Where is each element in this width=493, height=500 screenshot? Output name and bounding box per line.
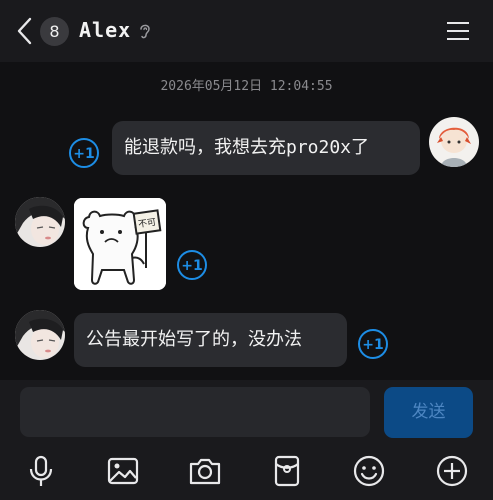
message-timestamp: 2026年05月12日 12:04:55 — [160, 79, 333, 94]
message-bubble-incoming[interactable]: 公告最开始写了的，没办法 — [74, 313, 347, 367]
camera-icon[interactable] — [187, 453, 223, 489]
red-packet-icon[interactable] — [269, 453, 305, 489]
image-icon[interactable] — [105, 453, 141, 489]
svg-text:+1: +1 — [181, 258, 202, 274]
message-text: 公告最开始写了的，没办法 — [86, 329, 302, 350]
svg-text:+1: +1 — [73, 146, 94, 162]
header-bar: 8 Alex — [0, 0, 493, 62]
my-avatar[interactable] — [429, 117, 479, 167]
send-button[interactable]: 发送 — [384, 387, 473, 438]
ear-icon — [140, 24, 150, 39]
composer-bar: 发送 — [0, 380, 493, 442]
chat-title: Alex — [79, 18, 132, 42]
plus-one-reaction-icon[interactable]: +1 — [357, 328, 389, 360]
plus-one-reaction-icon[interactable]: +1 — [68, 137, 100, 169]
message-list[interactable]: 2026年05月12日 12:04:55 +1 能退款吗，我想去充pro20x了 — [0, 62, 493, 380]
sticker-image[interactable]: 不可 — [74, 198, 166, 290]
microphone-icon[interactable] — [23, 453, 59, 489]
plus-one-reaction-icon[interactable]: +1 — [176, 249, 208, 281]
message-bubble-outgoing[interactable]: 能退款吗，我想去充pro20x了 — [112, 121, 420, 175]
unread-count-badge[interactable]: 8 — [40, 17, 69, 46]
composer-toolbar — [0, 442, 493, 500]
back-icon[interactable] — [14, 17, 36, 45]
menu-icon[interactable] — [446, 21, 470, 41]
message-text: 能退款吗，我想去充pro20x了 — [124, 137, 370, 158]
contact-avatar[interactable] — [15, 310, 65, 360]
plus-icon[interactable] — [434, 453, 470, 489]
message-input[interactable] — [20, 387, 370, 437]
emoji-icon[interactable] — [351, 453, 387, 489]
svg-text:+1: +1 — [362, 337, 383, 353]
contact-avatar[interactable] — [15, 197, 65, 247]
